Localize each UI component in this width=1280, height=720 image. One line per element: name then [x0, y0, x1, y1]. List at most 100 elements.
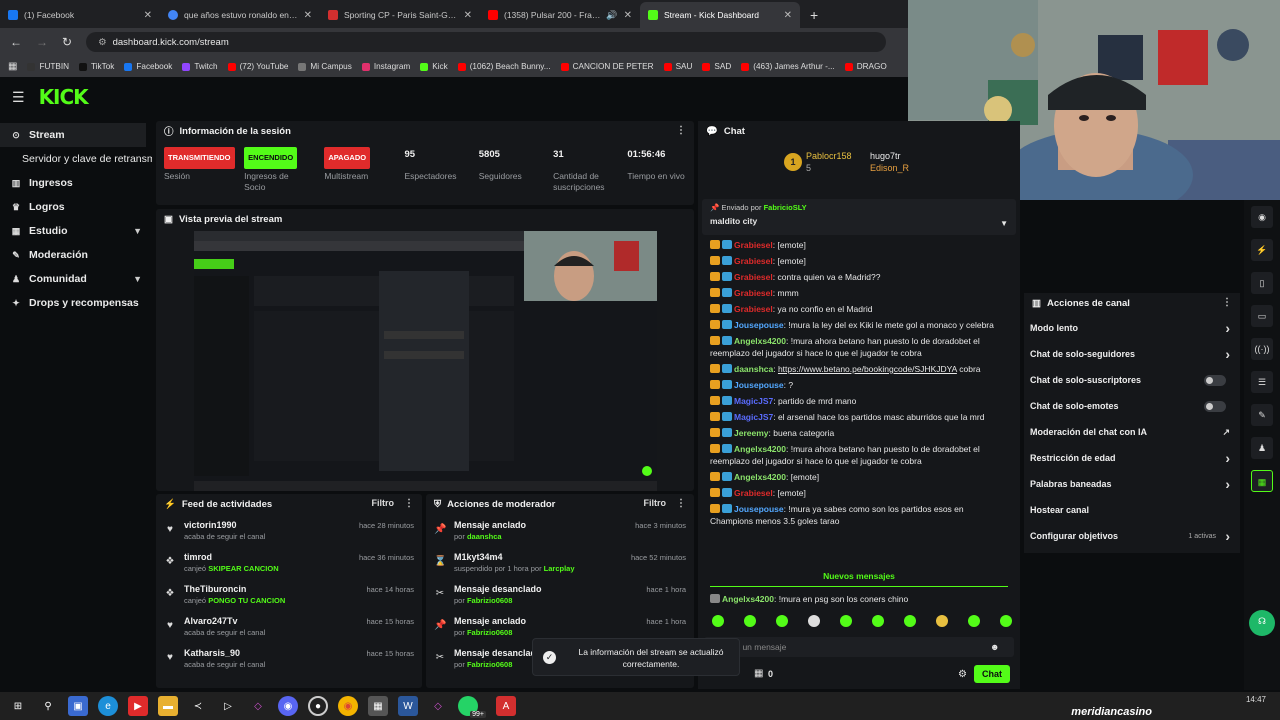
emote-icon[interactable] [840, 615, 852, 627]
bookmark-item[interactable]: (1062) Beach Bunny... [457, 62, 551, 71]
toggle-switch[interactable] [1204, 374, 1226, 386]
app-icon[interactable]: ▷ [218, 696, 238, 716]
filter-button[interactable]: Filtro [372, 498, 395, 508]
stream-preview-video[interactable] [194, 231, 657, 491]
pinned-message[interactable]: 📌 Enviado por FabricioSLY maldito city ▼ [702, 199, 1016, 235]
browser-tab[interactable]: (1358) Pulsar 200 - Franco 🔊 ✕ [480, 2, 640, 28]
chat-link[interactable]: https://www.betano.pe/bookingcode/SJHKJD… [778, 364, 957, 374]
channel-action-item[interactable]: Chat de solo-seguidores › [1024, 341, 1240, 367]
calculator-icon[interactable]: ▦ [368, 696, 388, 716]
headset-icon[interactable]: ☊ [1249, 610, 1275, 636]
channel-action-item[interactable]: Palabras baneadas › [1024, 471, 1240, 497]
channel-action-item[interactable]: Chat de solo-suscriptores [1024, 367, 1240, 393]
reload-icon[interactable]: ↻ [62, 35, 72, 49]
send-chat-button[interactable]: Chat [974, 665, 1010, 683]
emote-icon[interactable] [1000, 615, 1012, 627]
bookmark-item[interactable]: Facebook [124, 62, 172, 71]
bookmark-item[interactable]: SAD [702, 62, 731, 71]
close-tab-icon[interactable]: ✕ [144, 10, 152, 21]
people-icon[interactable]: ♟ [1251, 437, 1273, 459]
folder-icon[interactable]: ▬ [158, 696, 178, 716]
app-icon[interactable]: ≺ [188, 696, 208, 716]
sidebar-item-servidor[interactable]: Servidor y clave de retransmisión [0, 147, 152, 171]
camera-icon[interactable]: ◉ [1251, 206, 1273, 228]
emote-icon[interactable] [872, 615, 884, 627]
search-icon[interactable]: ⚲ [38, 696, 58, 716]
site-info-icon[interactable]: ⚙ [98, 37, 107, 48]
pdf-icon[interactable]: A [496, 696, 516, 716]
list-icon[interactable]: ☰ [1251, 371, 1273, 393]
chrome-icon[interactable]: ◉ [338, 696, 358, 716]
channel-action-item[interactable]: Chat de solo-emotes [1024, 393, 1240, 419]
bookmark-item[interactable]: DRAGO [844, 62, 887, 71]
bookmark-item[interactable]: TikTok [79, 62, 114, 71]
lightning-icon[interactable]: ⚡ [1251, 239, 1273, 261]
discord-icon[interactable]: ◉ [278, 696, 298, 716]
sidebar-item-logros[interactable]: ♛ Logros [0, 195, 152, 219]
close-tab-icon[interactable]: ✕ [464, 10, 472, 21]
store-icon[interactable]: ▣ [68, 696, 88, 716]
app-icon[interactable]: ◇ [248, 696, 268, 716]
close-tab-icon[interactable]: ✕ [784, 10, 792, 21]
more-options-icon[interactable]: ⋮ [676, 125, 686, 136]
emote-icon[interactable] [712, 615, 724, 627]
bookmark-item[interactable]: Kick [420, 62, 448, 71]
sidebar-item-drops[interactable]: ✦ Drops y recompensas [0, 291, 152, 315]
sidebar-item-estudio[interactable]: ▦ Estudio ▼ [0, 219, 152, 243]
gear-icon[interactable]: ⚙ [958, 669, 967, 680]
menu-icon[interactable]: ☰ [12, 89, 25, 106]
sidebar-item-ingresos[interactable]: ▥ Ingresos [0, 171, 152, 195]
channel-action-item[interactable]: Hostear canal [1024, 497, 1240, 523]
emote-icon[interactable] [808, 615, 820, 627]
bookmark-item[interactable]: Twitch [182, 62, 218, 71]
obs-icon[interactable]: ● [308, 696, 328, 716]
phone-icon[interactable]: ▯ [1251, 272, 1273, 294]
calculator-icon[interactable]: ▦ [1251, 470, 1273, 492]
points-icon[interactable]: ▦ [754, 668, 763, 679]
sidebar-item-stream[interactable]: ⊙ Stream [0, 123, 146, 147]
kick-logo[interactable]: KICK [39, 85, 89, 109]
forward-icon[interactable]: → [36, 35, 48, 49]
channel-action-item[interactable]: Moderación del chat con IA ↗ [1024, 419, 1240, 445]
bookmark-item[interactable]: SAU [663, 62, 692, 71]
emoji-icon[interactable]: ☻ [990, 642, 999, 652]
toggle-switch[interactable] [1204, 400, 1226, 412]
more-options-icon[interactable]: ⋮ [404, 498, 414, 509]
bookmark-item[interactable]: (72) YouTube [227, 62, 288, 71]
sidebar-item-comunidad[interactable]: ♟ Comunidad ▼ [0, 267, 152, 291]
more-options-icon[interactable]: ⋮ [676, 498, 686, 509]
browser-tab[interactable]: Sporting CP - Paris Saint-Germa ✕ [320, 2, 480, 28]
bookmark-item[interactable]: Instagram [361, 62, 410, 71]
emote-icon[interactable] [904, 615, 916, 627]
chat-icon[interactable]: ▭ [1251, 305, 1273, 327]
emote-icon[interactable] [968, 615, 980, 627]
wrench-icon[interactable]: ✎ [1251, 404, 1273, 426]
app-icon[interactable]: ▶ [128, 696, 148, 716]
filter-button[interactable]: Filtro [644, 498, 667, 508]
new-tab-button[interactable]: + [800, 2, 828, 28]
close-tab-icon[interactable]: ✕ [304, 10, 312, 21]
word-icon[interactable]: W [398, 696, 418, 716]
url-input[interactable]: ⚙ dashboard.kick.com/stream [86, 32, 887, 52]
bookmark-item[interactable]: CANCION DE PETER [560, 62, 654, 71]
edge-icon[interactable]: e [98, 696, 118, 716]
bookmark-item[interactable]: Mi Campus [298, 62, 352, 71]
channel-action-item[interactable]: Modo lento › [1024, 315, 1240, 341]
chevron-down-icon[interactable]: ▼ [1000, 219, 1008, 228]
back-icon[interactable]: ← [10, 35, 22, 49]
bookmark-item[interactable]: FUTBIN [27, 62, 69, 71]
sidebar-item-moderacion[interactable]: ✎ Moderación [0, 243, 152, 267]
broadcast-icon[interactable]: ((·)) [1251, 338, 1273, 360]
close-tab-icon[interactable]: ✕ [624, 10, 632, 21]
whatsapp-icon[interactable]: 99+ [458, 696, 486, 718]
browser-tab[interactable]: que años estuvo ronaldo en el ✕ [160, 2, 320, 28]
browser-tab[interactable]: (1) Facebook ✕ [0, 2, 160, 28]
channel-action-item[interactable]: Restricción de edad › [1024, 445, 1240, 471]
apps-grid-icon[interactable]: ▦ [8, 61, 17, 72]
more-options-icon[interactable]: ⋮ [1222, 297, 1232, 308]
app-icon[interactable]: ◇ [428, 696, 448, 716]
emote-icon[interactable] [936, 615, 948, 627]
emote-icon[interactable] [744, 615, 756, 627]
bookmark-item[interactable]: (463) James Arthur -... [741, 62, 835, 71]
browser-tab-active[interactable]: Stream - Kick Dashboard ✕ [640, 2, 800, 28]
